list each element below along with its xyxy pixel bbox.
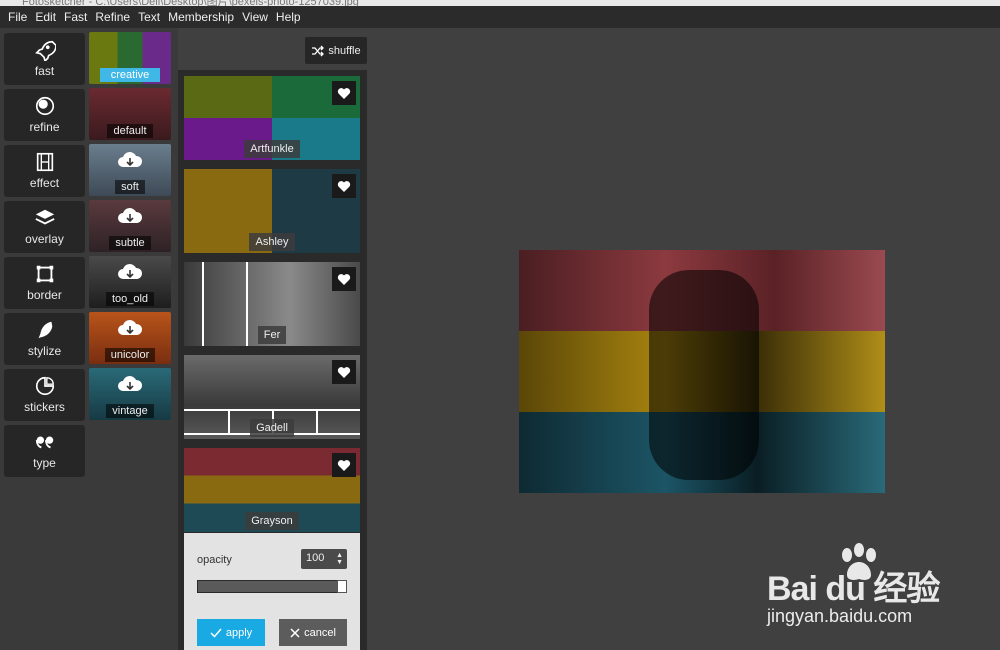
tool-overlay[interactable]: overlay: [4, 201, 85, 253]
tool-sidebar: fast refine effect overlay border styliz…: [0, 28, 88, 650]
category-creative[interactable]: creative: [89, 32, 171, 84]
menu-refine[interactable]: Refine: [91, 10, 134, 24]
menu-fast[interactable]: Fast: [60, 10, 91, 24]
apply-button[interactable]: apply: [197, 619, 265, 646]
check-icon: [210, 628, 222, 638]
tool-type[interactable]: type: [4, 425, 85, 477]
tool-stickers[interactable]: stickers: [4, 369, 85, 421]
category-label: unicolor: [104, 348, 156, 362]
cloud-download-icon: [118, 320, 143, 335]
favorite-button[interactable]: [332, 360, 356, 384]
cancel-button[interactable]: cancel: [279, 619, 347, 646]
filter-name: Ashley: [249, 233, 295, 251]
favorite-button[interactable]: [332, 453, 356, 477]
close-icon: [290, 627, 300, 638]
favorite-button[interactable]: [332, 174, 356, 198]
cloud-download-icon: [118, 208, 143, 223]
filter-gadell[interactable]: Gadell: [184, 355, 360, 439]
filter-artfunkle[interactable]: Artfunkle: [184, 76, 360, 160]
rocket-icon: [34, 40, 56, 61]
category-label: vintage: [106, 404, 154, 418]
sticker-icon: [35, 376, 54, 396]
menu-bar: File Edit Fast Refine Text Membership Vi…: [0, 6, 1000, 28]
tool-effect[interactable]: effect: [4, 145, 85, 197]
tool-label: type: [33, 456, 56, 470]
opacity-label: opacity: [197, 554, 232, 566]
apply-label: apply: [225, 626, 253, 639]
category-default[interactable]: default: [89, 88, 171, 140]
watermark: Bai du 经验 jingyan.baidu.com: [767, 543, 967, 633]
film-icon: [36, 152, 53, 172]
heart-icon: [337, 180, 351, 192]
opacity-value: 100: [306, 552, 325, 564]
menu-text[interactable]: Text: [134, 10, 164, 24]
category-subtle[interactable]: subtle: [89, 200, 171, 252]
shuffle-icon: [312, 45, 325, 56]
filter-category-list: creative default soft subtle too_old uni…: [88, 28, 178, 650]
tool-label: fast: [34, 64, 55, 78]
preview-figures: [649, 270, 759, 480]
category-label: too_old: [105, 292, 155, 306]
tool-label: stickers: [24, 400, 65, 414]
heart-icon: [337, 459, 351, 471]
tool-stylize[interactable]: stylize: [4, 313, 85, 365]
menu-file[interactable]: File: [4, 10, 31, 24]
category-vintage[interactable]: vintage: [89, 368, 171, 420]
photo-preview: [519, 250, 885, 493]
layers-icon: [34, 209, 55, 225]
circles-icon: [35, 96, 54, 116]
category-label: subtle: [109, 236, 151, 250]
favorite-button[interactable]: [332, 81, 356, 105]
filter-ashley[interactable]: Ashley: [184, 169, 360, 253]
watermark-brand: Bai du 经验: [767, 570, 940, 608]
heart-icon: [337, 366, 351, 378]
feather-icon: [38, 321, 52, 339]
filter-fer[interactable]: Fer: [184, 262, 360, 346]
menu-help[interactable]: Help: [272, 10, 305, 24]
tool-label: stylize: [27, 344, 62, 358]
watermark-url: jingyan.baidu.com: [767, 606, 913, 626]
category-soft[interactable]: soft: [89, 144, 171, 196]
category-too-old[interactable]: too_old: [89, 256, 171, 308]
tool-label: refine: [29, 120, 60, 134]
category-label: creative: [99, 68, 161, 82]
opacity-slider[interactable]: [197, 580, 347, 593]
tool-border[interactable]: border: [4, 257, 85, 309]
shuffle-label: shuffle: [328, 44, 361, 57]
menu-view[interactable]: View: [238, 10, 272, 24]
tool-refine[interactable]: refine: [4, 89, 85, 141]
cloud-download-icon: [118, 376, 143, 391]
square-frame-icon: [36, 265, 53, 283]
tool-label: effect: [29, 176, 60, 190]
cancel-label: cancel: [304, 626, 336, 639]
filter-grayson[interactable]: Grayson: [184, 448, 360, 532]
cloud-download-icon: [118, 264, 143, 279]
heart-icon: [337, 87, 351, 99]
opacity-stepper[interactable]: 100 ▲ ▼: [301, 549, 347, 569]
menu-membership[interactable]: Membership: [164, 10, 238, 24]
stepper-arrows-icon[interactable]: ▲ ▼: [336, 552, 343, 566]
shuffle-button[interactable]: shuffle: [305, 37, 367, 64]
heart-icon: [337, 273, 351, 285]
opacity-slider-thumb[interactable]: [337, 580, 347, 593]
filter-name: Gadell: [250, 419, 294, 437]
favorite-button[interactable]: [332, 267, 356, 291]
quote-icon: [35, 436, 53, 449]
filter-name: Grayson: [245, 512, 299, 530]
menu-edit[interactable]: Edit: [31, 10, 60, 24]
tool-label: border: [27, 288, 62, 302]
category-label: soft: [115, 180, 145, 194]
filter-settings-panel: opacity 100 ▲ ▼ apply cancel: [184, 533, 360, 650]
cloud-download-icon: [118, 152, 143, 167]
category-unicolor[interactable]: unicolor: [89, 312, 171, 364]
filter-name: Artfunkle: [244, 140, 300, 158]
category-label: default: [107, 124, 153, 138]
filter-name: Fer: [257, 326, 287, 344]
tool-label: overlay: [25, 232, 64, 246]
tool-fast[interactable]: fast: [4, 33, 85, 85]
